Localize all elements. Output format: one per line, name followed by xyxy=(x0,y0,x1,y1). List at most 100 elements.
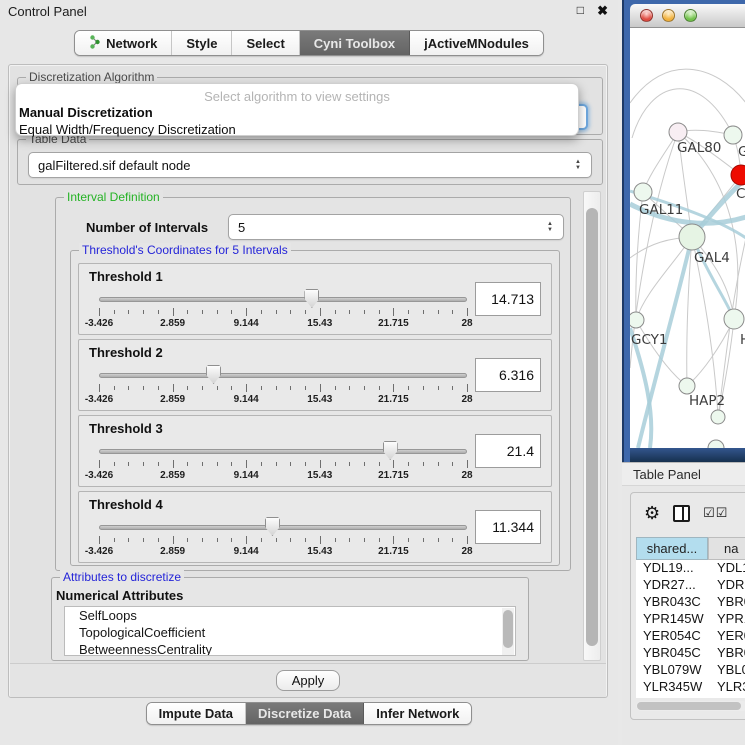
tick-mark xyxy=(276,538,277,542)
network-canvas[interactable]: GAL80GACGAL11GAL4GCY1HHAP2 xyxy=(630,28,745,448)
top-tab-group: NetworkStyleSelectCyni ToolboxjActiveMNo… xyxy=(74,30,544,56)
tab-style[interactable]: Style xyxy=(172,31,232,55)
column-header-shared-name[interactable]: shared... xyxy=(636,537,708,560)
apply-button[interactable]: Apply xyxy=(276,670,340,691)
list-scrollbar-thumb[interactable] xyxy=(503,610,513,648)
settings-scrollbar-thumb[interactable] xyxy=(586,208,598,646)
threshold-value-field[interactable]: 14.713 xyxy=(475,282,541,316)
network-graph[interactable]: GAL80GACGAL11GAL4GCY1HHAP2 xyxy=(630,28,745,448)
table-hscrollbar-thumb[interactable] xyxy=(637,702,741,710)
network-edge[interactable] xyxy=(630,69,745,103)
threshold-value-field[interactable]: 6.316 xyxy=(475,358,541,392)
split-view-icon[interactable] xyxy=(673,505,690,522)
table-row[interactable]: YBR045CYBR0 xyxy=(636,645,745,662)
threshold-label: Threshold 2 xyxy=(89,345,163,360)
column-header-name[interactable]: na xyxy=(708,537,745,560)
slider-handle[interactable] xyxy=(265,517,280,536)
float-icon[interactable]: □ xyxy=(577,3,584,17)
table-row[interactable]: YPR145WYPR1 xyxy=(636,611,745,628)
slider-track[interactable] xyxy=(99,525,467,530)
checkbox-columns-icon[interactable]: ☑☑ xyxy=(703,505,728,521)
tick-mark xyxy=(114,538,115,542)
number-of-intervals-combobox[interactable]: 5 ▲▼ xyxy=(228,214,564,240)
traffic-light-yellow-icon[interactable] xyxy=(662,9,675,22)
tab-infer-network[interactable]: Infer Network xyxy=(364,703,471,724)
slider-track[interactable] xyxy=(99,373,467,378)
stepper-icon[interactable]: ▲▼ xyxy=(544,215,556,239)
network-node-h[interactable] xyxy=(724,309,744,329)
threshold-slider[interactable]: -3.4262.8599.14415.4321.71528 xyxy=(99,516,467,560)
tick-mark xyxy=(364,386,365,390)
algorithm-option-equal-width[interactable]: Equal Width/Frequency Discretization xyxy=(16,121,578,138)
tick-mark xyxy=(408,386,409,390)
table-row[interactable]: YBL079WYBL0 xyxy=(636,662,745,679)
numerical-attributes-list[interactable]: SelfLoopsTopologicalCoefficientBetweenne… xyxy=(64,606,516,656)
tick-mark xyxy=(393,536,394,544)
table-data-combobox[interactable]: galFiltered.sif default node ▲▼ xyxy=(28,152,592,178)
network-node-hap2[interactable] xyxy=(679,378,695,394)
network-node[interactable] xyxy=(708,440,724,448)
attribute-list-item[interactable]: BetweennessCentrality xyxy=(65,641,515,656)
threshold-value-field[interactable]: 21.4 xyxy=(475,434,541,468)
tick-mark xyxy=(158,538,159,542)
settings-vertical-scrollbar[interactable] xyxy=(583,191,601,661)
scale-label: -3.426 xyxy=(85,394,113,405)
network-node-gcy1[interactable] xyxy=(630,312,644,328)
algorithm-option-manual[interactable]: Manual Discretization xyxy=(16,104,578,121)
table-row[interactable]: YBR043CYBR0 xyxy=(636,594,745,611)
tab-impute-data[interactable]: Impute Data xyxy=(147,703,246,724)
scale-label: 15.43 xyxy=(307,394,332,405)
network-edge[interactable] xyxy=(687,319,734,386)
table-row[interactable]: YDR27...YDR2 xyxy=(636,577,745,594)
network-window-frame xyxy=(630,448,745,462)
slider-handle[interactable] xyxy=(304,289,319,308)
scale-label: 21.715 xyxy=(378,470,409,481)
tab-jactivemnodules[interactable]: jActiveMNodules xyxy=(410,31,543,55)
control-panel-window: Control Panel □ ✖ NetworkStyleSelectCyni… xyxy=(0,0,618,745)
tick-mark xyxy=(364,538,365,542)
table-row[interactable]: YLR345WYLR3 xyxy=(636,679,745,696)
bottom-tab-group: Impute DataDiscretize DataInfer Network xyxy=(146,702,473,725)
network-node-ga[interactable] xyxy=(724,126,742,144)
traffic-light-red-icon[interactable] xyxy=(640,9,653,22)
network-node-gal11[interactable] xyxy=(634,183,652,201)
list-scrollbar[interactable] xyxy=(502,608,514,656)
slider-track[interactable] xyxy=(99,297,467,302)
attribute-list-item[interactable]: SelfLoops xyxy=(65,607,515,624)
threshold-slider[interactable]: -3.4262.8599.14415.4321.71528 xyxy=(99,440,467,484)
threshold-slider[interactable]: -3.4262.8599.14415.4321.71528 xyxy=(99,364,467,408)
network-node-c[interactable] xyxy=(731,165,745,185)
threshold-slider[interactable]: -3.4262.8599.14415.4321.71528 xyxy=(99,288,467,332)
stepper-icon[interactable]: ▲▼ xyxy=(572,153,584,177)
traffic-light-green-icon[interactable] xyxy=(684,9,697,22)
tab-select[interactable]: Select xyxy=(232,31,299,55)
tick-mark xyxy=(114,462,115,466)
tab-discretize-data[interactable]: Discretize Data xyxy=(246,703,364,724)
tab-network[interactable]: Network xyxy=(75,31,172,55)
table-row[interactable]: YER054CYER0 xyxy=(636,628,745,645)
table-row[interactable]: YIL052CYIL0 xyxy=(636,696,745,698)
slider-handle[interactable] xyxy=(383,441,398,460)
scale-label: 21.715 xyxy=(378,318,409,329)
close-icon[interactable]: ✖ xyxy=(597,3,608,19)
tick-mark xyxy=(349,310,350,314)
gear-icon[interactable]: ⚙ xyxy=(644,504,660,522)
threshold-value-field[interactable]: 11.344 xyxy=(475,510,541,544)
network-node[interactable] xyxy=(711,410,725,424)
attribute-list-item[interactable]: TopologicalCoefficient xyxy=(65,624,515,641)
slider-track[interactable] xyxy=(99,449,467,454)
scale-label: 21.715 xyxy=(378,546,409,557)
tab-cyni-toolbox[interactable]: Cyni Toolbox xyxy=(300,31,410,55)
table-horizontal-scrollbar[interactable] xyxy=(636,701,745,711)
scale-label: 9.144 xyxy=(234,318,259,329)
network-node-gal4[interactable] xyxy=(679,224,705,250)
slider-handle[interactable] xyxy=(206,365,221,384)
tick-mark xyxy=(452,310,453,314)
table-row[interactable]: YDL19...YDL1 xyxy=(636,560,745,577)
network-node-gal80[interactable] xyxy=(669,123,687,141)
tick-mark xyxy=(438,386,439,390)
network-window-titlebar[interactable] xyxy=(630,4,745,28)
bottom-tabbar: Impute DataDiscretize DataInfer Network xyxy=(0,702,618,725)
tick-mark xyxy=(364,462,365,466)
network-edge[interactable] xyxy=(643,132,678,192)
